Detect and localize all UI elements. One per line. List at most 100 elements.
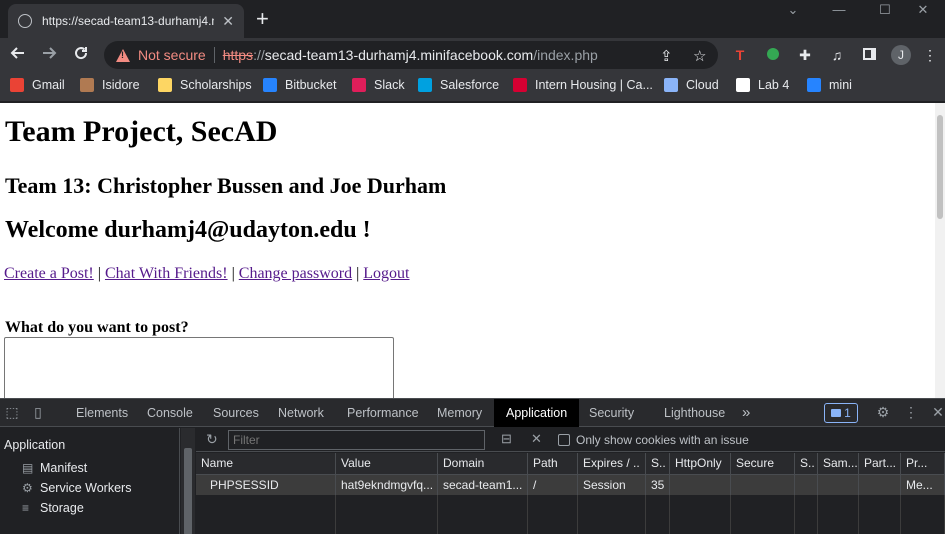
tab-lighthouse[interactable]: Lighthouse (664, 399, 725, 427)
column-header[interactable]: S.. (795, 453, 818, 474)
only-issues-checkbox[interactable] (558, 434, 570, 446)
issues-badge[interactable]: 1 (824, 403, 858, 423)
share-icon[interactable]: ⇪ (660, 47, 673, 65)
tab-search-icon[interactable]: ⌄ (770, 2, 816, 22)
column-header[interactable]: Secure (731, 453, 795, 474)
column-header[interactable]: Sam... (818, 453, 859, 474)
tp-extension-icon[interactable]: T (731, 46, 749, 64)
empty-cell (196, 495, 336, 534)
minimize-button[interactable]: — (816, 2, 862, 22)
tab-security[interactable]: Security (589, 399, 634, 427)
bookmark-isidore[interactable]: Isidore (80, 78, 140, 92)
media-control-icon[interactable]: ♫ (828, 46, 846, 64)
column-header[interactable]: Domain (438, 453, 528, 474)
refresh-icon[interactable]: ↻ (206, 431, 218, 448)
back-button[interactable] (7, 44, 29, 66)
url-scheme-separator: :// (253, 47, 265, 63)
tab-network[interactable]: Network (278, 399, 324, 427)
logout-link[interactable]: Logout (363, 265, 409, 282)
inspect-element-icon[interactable]: ⬚ (4, 404, 20, 420)
bookmark-intern-housing[interactable]: Intern Housing | Ca... (513, 78, 653, 92)
new-tab-button[interactable]: + (256, 6, 269, 32)
tab-console[interactable]: Console (147, 399, 193, 427)
bookmark-mini[interactable]: mini (807, 78, 852, 92)
column-header[interactable]: Part... (859, 453, 901, 474)
filter-input[interactable] (228, 430, 485, 450)
warning-icon (116, 48, 130, 62)
tab-performance[interactable]: Performance (347, 399, 419, 427)
clear-filtered-cookies-icon[interactable]: ⊟ (501, 431, 512, 447)
bookmark-salesforce[interactable]: Salesforce (418, 78, 499, 92)
table-cell[interactable]: 35 (646, 475, 670, 495)
sidebar-item-service-workers[interactable]: ⚙ Service Workers (22, 481, 131, 495)
devtools-menu-icon[interactable]: ⋮ (903, 404, 919, 420)
bookmark-label: Gmail (32, 78, 65, 92)
close-devtools-icon[interactable]: ✕ (930, 404, 945, 420)
column-header[interactable]: HttpOnly (670, 453, 731, 474)
database-icon: ≡ (22, 501, 30, 515)
reload-button[interactable] (70, 44, 92, 66)
device-toolbar-icon[interactable]: ▯ (30, 404, 46, 420)
table-cell[interactable] (859, 475, 901, 495)
table-row[interactable]: PHPSESSID hat9ekndmgvfq... secad-team1... /… (196, 475, 945, 495)
column-header[interactable]: S.. (646, 453, 670, 474)
bookmark-slack[interactable]: Slack (352, 78, 405, 92)
tab-sources[interactable]: Sources (213, 399, 259, 427)
side-panel-icon[interactable] (860, 46, 878, 64)
green-extension-icon[interactable] (764, 46, 782, 64)
scrollbar-thumb[interactable] (937, 115, 943, 219)
bookmark-cloud[interactable]: Cloud (664, 78, 719, 92)
security-label[interactable]: Not secure (138, 47, 206, 63)
column-header[interactable]: Path (528, 453, 578, 474)
column-header[interactable]: Expires / .. (578, 453, 646, 474)
scrollbar-thumb[interactable] (184, 448, 192, 534)
table-cell[interactable] (795, 475, 818, 495)
table-cell[interactable] (731, 475, 795, 495)
menu-kebab-icon[interactable]: ⋮ (921, 46, 939, 64)
forward-button[interactable] (38, 44, 60, 66)
page-scrollbar[interactable] (935, 103, 945, 398)
column-header[interactable]: Name (196, 453, 336, 474)
delete-cookies-icon[interactable]: ✕ (531, 431, 542, 447)
sidebar-scrollbar[interactable] (181, 428, 195, 534)
create-post-link[interactable]: Create a Post! (4, 265, 94, 282)
table-cell[interactable]: hat9ekndmgvfq... (336, 475, 438, 495)
bookmark-star-icon[interactable]: ☆ (693, 47, 706, 65)
cookies-table: Name Value Domain Path Expires / .. S.. HttpOn… (196, 453, 945, 534)
sidebar-item-label: Service Workers (40, 481, 132, 495)
tab-application[interactable]: Application (494, 399, 580, 427)
empty-cell (336, 495, 438, 534)
table-cell[interactable] (670, 475, 731, 495)
sidebar-item-manifest[interactable]: ▤ Manifest (22, 461, 87, 475)
chat-link[interactable]: Chat With Friends! (105, 265, 228, 282)
table-cell[interactable]: PHPSESSID (196, 475, 336, 495)
bookmark-label: Cloud (686, 78, 719, 92)
tab-elements[interactable]: Elements (76, 399, 128, 427)
bookmark-label: Lab 4 (758, 78, 790, 92)
bookmark-lab-4[interactable]: Lab 4 (736, 78, 789, 92)
bookmark-bitbucket[interactable]: Bitbucket (263, 78, 336, 92)
settings-gear-icon[interactable]: ⚙ (875, 404, 891, 420)
bookmark-scholarships[interactable]: Scholarships (158, 78, 252, 92)
close-window-button[interactable]: ✕ (900, 2, 945, 22)
puzzle-icon[interactable]: ✚ (796, 46, 814, 64)
sidebar-item-storage[interactable]: ≡ Storage (22, 501, 84, 515)
more-tabs-icon[interactable]: » (742, 399, 750, 427)
change-password-link[interactable]: Change password (239, 265, 352, 282)
table-cell[interactable]: secad-team1... (438, 475, 528, 495)
cloud-icon (664, 78, 678, 92)
empty-cell (795, 495, 818, 534)
close-tab-icon[interactable]: ✕ (222, 13, 234, 30)
post-textarea[interactable] (4, 337, 394, 398)
browser-tab[interactable]: https://secad-team13-durhamj4.minifacebo… (8, 4, 244, 38)
table-cell[interactable]: Session (578, 475, 646, 495)
table-cell[interactable]: / (528, 475, 578, 495)
profile-avatar[interactable]: J (891, 45, 911, 65)
column-header[interactable]: Pr... (901, 453, 945, 474)
bookmark-gmail[interactable]: Gmail (10, 78, 65, 92)
tab-memory[interactable]: Memory (437, 399, 482, 427)
table-cell[interactable] (818, 475, 859, 495)
table-cell[interactable]: Me... (901, 475, 945, 495)
column-header[interactable]: Value (336, 453, 438, 474)
address-bar[interactable]: Not secure https :// secad-team13-durham… (104, 41, 718, 69)
